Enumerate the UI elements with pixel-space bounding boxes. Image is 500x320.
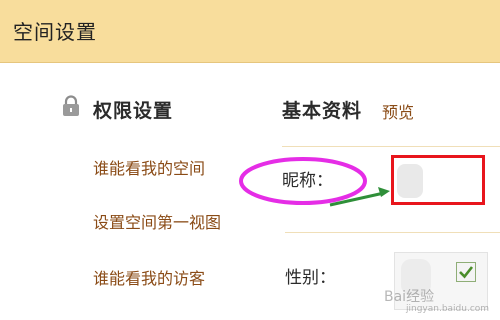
sidebar-item-who-can-see-space[interactable]: 谁能看我的空间 [93,155,205,179]
watermark-url: jingyan.baidu.com [406,304,490,314]
arrow-line [329,191,385,207]
nickname-label: 昵称： [282,171,333,191]
sidebar-item-space-first-view[interactable]: 设置空间第一视图 [93,209,221,233]
permission-settings-title: 权限设置 [93,100,174,122]
gender-label: 性别： [285,268,336,288]
page-title: 空间设置 [13,20,97,44]
sidebar-item-who-can-see-visitors[interactable]: 谁能看我的访客 [93,265,205,289]
basic-info-title: 基本资料 [282,100,363,122]
avatar [397,164,423,198]
header-bar: 空间设置 [0,0,500,63]
arrow-head [378,187,390,197]
nickname-field[interactable] [391,155,485,205]
preview-link[interactable]: 预览 [382,99,414,123]
divider [285,232,500,233]
watermark-text: Bai经验 [384,289,435,305]
divider [282,146,500,147]
watermark: Bai经验 jingyan.baidu.com [384,286,496,316]
check-icon[interactable] [456,262,476,282]
lock-icon [62,95,80,117]
